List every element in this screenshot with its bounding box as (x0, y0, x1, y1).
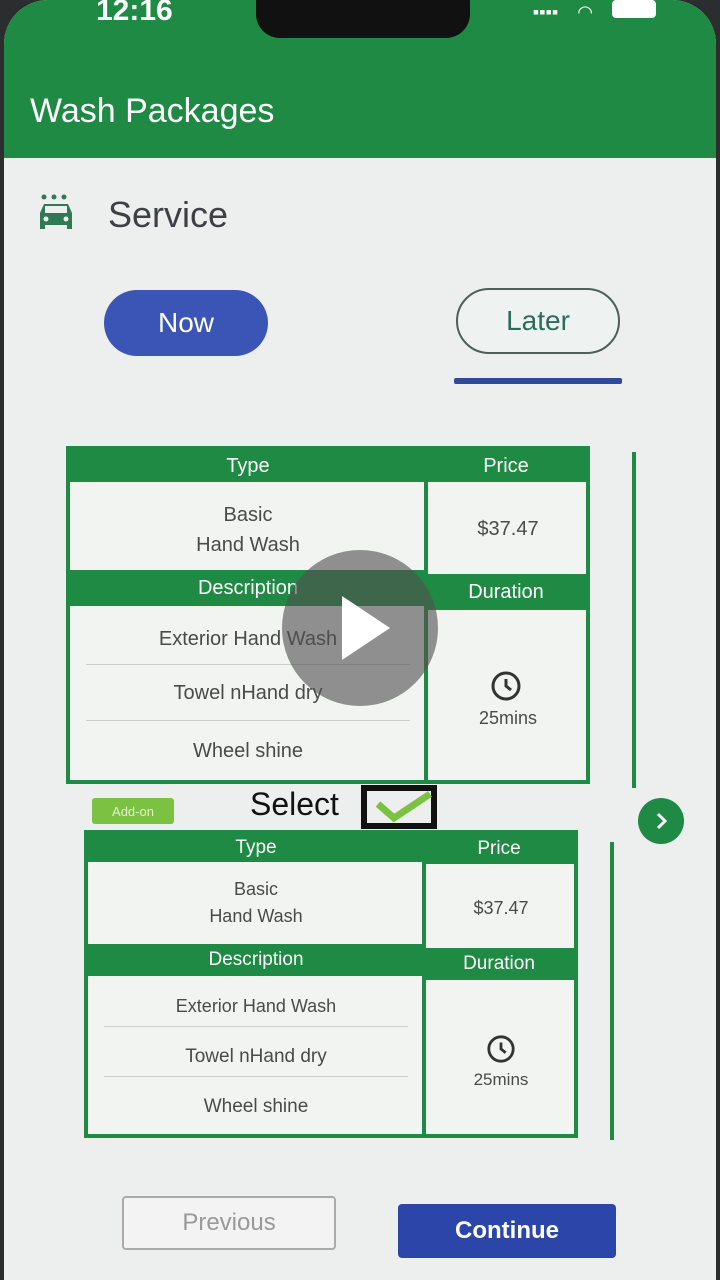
package-duration: 25mins (478, 708, 538, 728)
car-icon (40, 194, 72, 229)
battery-icon (612, 0, 656, 18)
description-item: Wheel shine (192, 740, 304, 762)
row-divider (86, 720, 410, 721)
description-item: Exterior Hand Wash (175, 996, 337, 1016)
type-line-2: Hand Wash (209, 906, 303, 926)
price-header: Price (424, 834, 574, 864)
service-label: Service (108, 194, 229, 235)
package-price: $37.47 (473, 898, 529, 918)
page-title: Wash Packages (30, 92, 275, 130)
duration-header: Duration (424, 948, 574, 980)
video-play-overlay[interactable] (282, 550, 438, 706)
signal-icon: ▪▪▪▪ (532, 2, 559, 22)
app-bar: 12:16 ▪▪▪▪ ◠ Wash Packages (4, 0, 716, 158)
status-time: 12:16 (96, 0, 173, 27)
next-package-button[interactable] (638, 798, 684, 844)
type-line-1: Basic (223, 504, 273, 526)
package-duration: 25mins (473, 1070, 529, 1089)
tab-later[interactable]: Later (456, 288, 620, 354)
tab-indicator (454, 378, 622, 384)
addon-badge: Add-on (92, 798, 174, 824)
previous-button[interactable]: Previous (122, 1196, 336, 1250)
tab-now[interactable]: Now (104, 290, 268, 356)
row-divider (104, 1076, 408, 1077)
type-header: Type (88, 834, 424, 862)
select-checkbox[interactable] (360, 784, 440, 830)
duration-header: Duration (426, 574, 586, 610)
description-item: Wheel shine (203, 1096, 309, 1117)
select-label: Select (250, 786, 339, 822)
package-card[interactable]: Type Price Basic Hand Wash $37.47 Descri… (84, 830, 578, 1138)
description-item: Towel nHand dry (185, 1046, 327, 1067)
row-divider (104, 1026, 408, 1027)
package-type: Basic Hand Wash (88, 876, 424, 930)
type-header: Type (70, 450, 426, 482)
status-icons: ▪▪▪▪ ◠ (519, 0, 656, 23)
package-price: $37.47 (477, 518, 539, 540)
phone-screen: 12:16 ▪▪▪▪ ◠ Wash Packages Service Now L… (4, 0, 716, 1280)
clock-icon (487, 1035, 515, 1063)
service-row: Service (34, 190, 228, 240)
continue-button[interactable]: Continue (398, 1204, 616, 1258)
chevron-right-icon (656, 812, 668, 830)
description-header: Description (88, 944, 424, 976)
clock-icon (491, 671, 521, 701)
play-icon (342, 596, 390, 660)
next-card-edge (610, 842, 614, 1140)
wifi-icon: ◠ (577, 2, 593, 22)
camera-notch (256, 0, 470, 38)
price-header: Price (426, 450, 586, 482)
type-line-1: Basic (233, 879, 278, 899)
next-card-edge (632, 452, 636, 788)
